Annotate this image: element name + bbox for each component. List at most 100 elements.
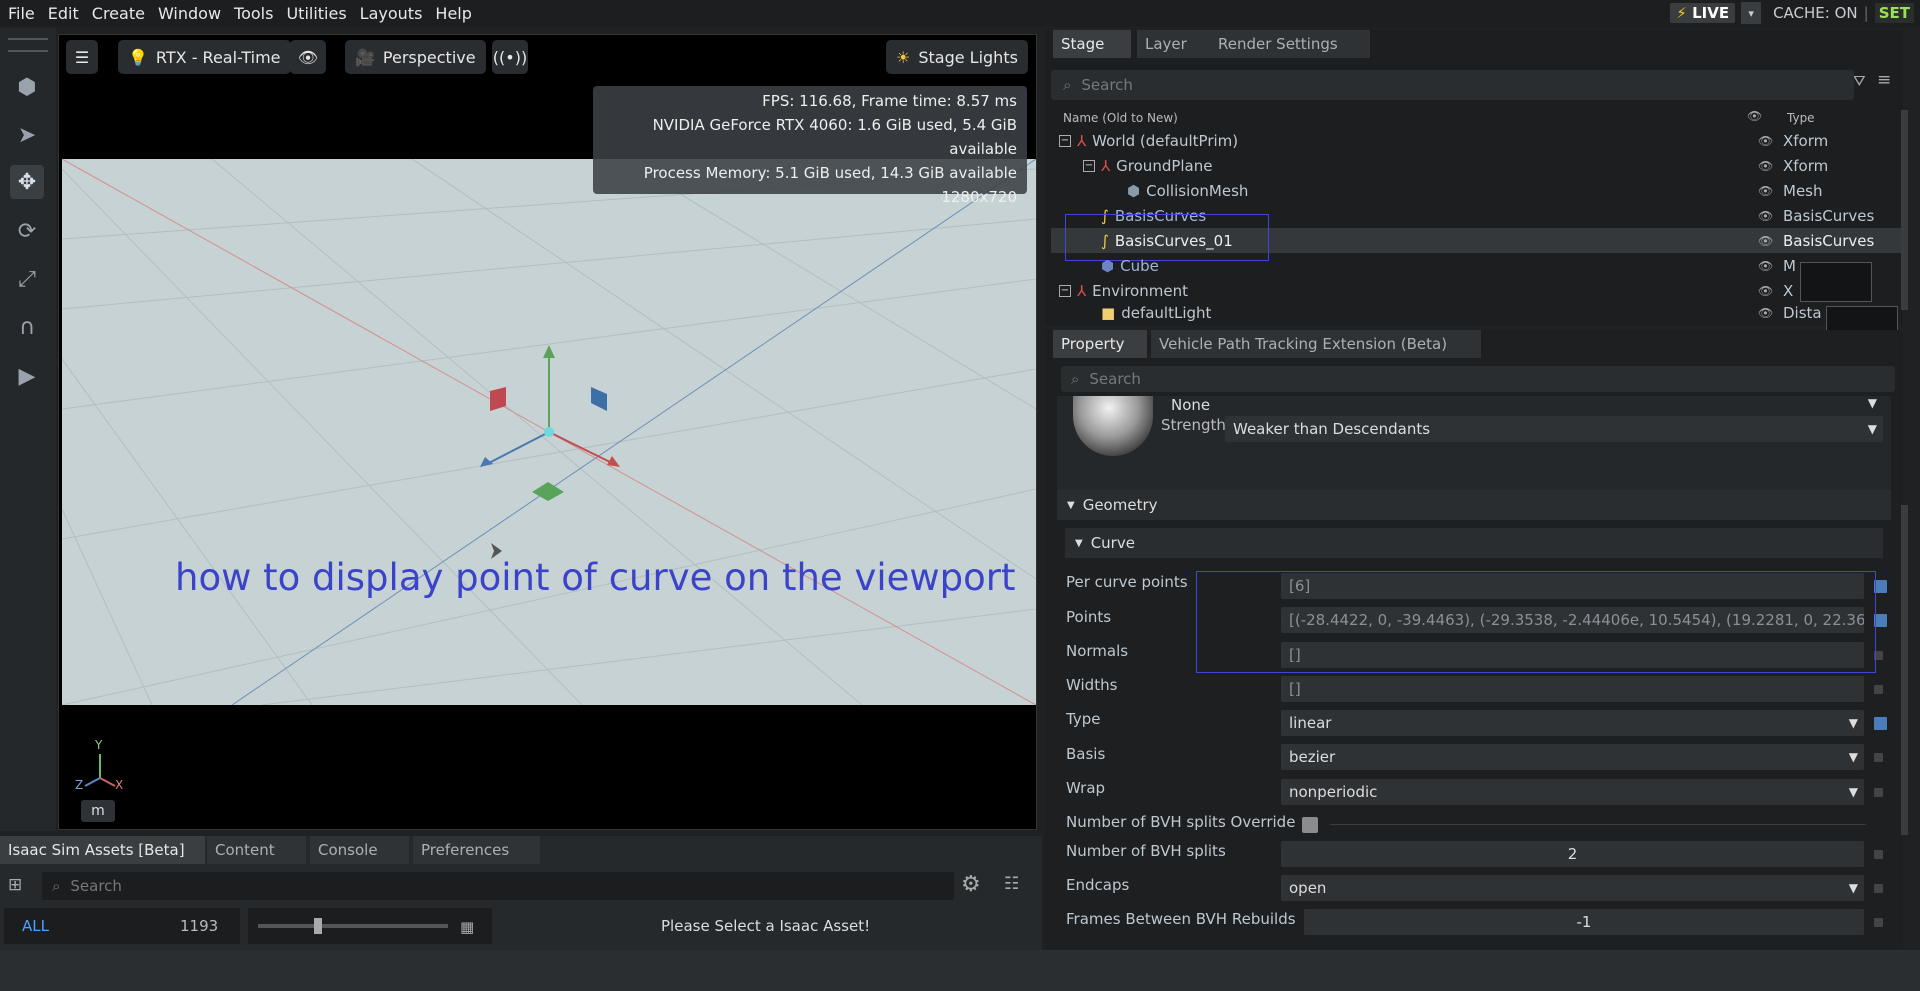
widths-field[interactable]: [] xyxy=(1281,676,1864,702)
eye-icon[interactable]: 👁 xyxy=(1758,306,1773,320)
chevron-down-icon: ▼ xyxy=(1867,422,1877,436)
thumbnail-slider[interactable] xyxy=(258,924,448,928)
camera-button[interactable]: 🎥 Perspective xyxy=(345,40,486,74)
eye-icon[interactable]: 👁 xyxy=(1758,134,1773,148)
viewport-settings-button[interactable]: ☰ xyxy=(66,40,98,74)
menu-help[interactable]: Help xyxy=(430,4,476,23)
snap-button[interactable]: ∩ xyxy=(10,310,44,344)
type-select[interactable]: linear ▼ xyxy=(1281,710,1864,736)
menu-utilities[interactable]: Utilities xyxy=(281,4,351,23)
tree-row-cube[interactable]: ⬢ Cube 👁 M xyxy=(1051,253,1901,278)
axis-z-label: Z xyxy=(75,778,84,792)
menu-tools[interactable]: Tools xyxy=(229,4,278,23)
tree-row-groundplane[interactable]: − ⅄ GroundPlane 👁 Xform xyxy=(1051,153,1901,178)
bvh-override-checkbox[interactable] xyxy=(1302,817,1318,833)
property-scrollbar[interactable] xyxy=(1901,505,1908,835)
collapse-icon[interactable]: − xyxy=(1059,134,1071,147)
tree-toggle-icon[interactable]: ⊞ xyxy=(8,875,22,895)
filter-row[interactable]: ALL 1193 xyxy=(4,908,240,944)
menu-edit[interactable]: Edit xyxy=(43,4,84,23)
live-dropdown-button[interactable]: ▾ xyxy=(1741,2,1762,24)
collapse-icon[interactable]: − xyxy=(1059,284,1071,297)
stage-scrollbar[interactable] xyxy=(1901,110,1908,310)
type-column-header[interactable]: Type xyxy=(1787,111,1815,125)
widths-label: Widths xyxy=(1066,676,1118,694)
material-select[interactable]: None ▼ xyxy=(1163,396,1883,416)
divider xyxy=(1330,824,1866,825)
tab-content[interactable]: Content xyxy=(207,836,306,864)
type-override-mark[interactable] xyxy=(1874,717,1887,730)
widths-mark[interactable] xyxy=(1874,685,1883,694)
tab-property[interactable]: Property xyxy=(1053,330,1147,358)
tab-render-settings[interactable]: Render Settings xyxy=(1210,30,1370,58)
performance-stats: FPS: 116.68, Frame time: 8.57 ms NVIDIA … xyxy=(593,86,1027,206)
property-search-input[interactable]: ⌕ Search xyxy=(1061,366,1895,392)
stage-lights-button[interactable]: ☀ Stage Lights xyxy=(886,40,1028,74)
gear-icon[interactable]: ⚙ xyxy=(961,872,981,897)
tree-row-environment[interactable]: − ⅄ Environment 👁 X xyxy=(1051,278,1901,303)
chevron-down-icon: ▼ xyxy=(1848,881,1858,895)
stage-search-input[interactable]: ⌕ Search xyxy=(1051,70,1854,100)
tab-isaac-assets[interactable]: Isaac Sim Assets [Beta] xyxy=(0,836,205,864)
fps-stat: FPS: 116.68, Frame time: 8.57 ms xyxy=(762,92,1017,110)
tab-preferences[interactable]: Preferences xyxy=(413,836,540,864)
wrap-select[interactable]: nonperiodic ▼ xyxy=(1281,779,1864,805)
menu-icon[interactable]: ≡ xyxy=(1877,70,1891,90)
thumbnail-size-control[interactable]: ▦ xyxy=(248,908,492,944)
search-icon: ⌕ xyxy=(52,877,61,895)
filter-icon[interactable]: ⛛ xyxy=(1853,72,1866,90)
move-button[interactable]: ✥ xyxy=(10,165,44,199)
eye-icon[interactable]: 👁 xyxy=(1758,159,1773,173)
material-preview-sphere xyxy=(1073,396,1153,456)
menu-create[interactable]: Create xyxy=(87,4,150,23)
slider-handle[interactable] xyxy=(314,918,322,934)
tree-row-collisionmesh[interactable]: ⬢ CollisionMesh 👁 Mesh xyxy=(1051,178,1901,203)
basis-mark[interactable] xyxy=(1874,753,1883,762)
filter-all[interactable]: ALL xyxy=(22,917,49,935)
curve-section-header[interactable]: ▼ Curve xyxy=(1065,528,1883,558)
eye-icon[interactable]: 👁 xyxy=(1758,259,1773,273)
bvh-rebuilds-mark[interactable] xyxy=(1874,918,1883,927)
bvh-splits-field[interactable]: 2 xyxy=(1281,841,1864,867)
select-mode-button[interactable]: ⬢ xyxy=(10,70,44,104)
tab-vehicle-path-tracking[interactable]: Vehicle Path Tracking Extension (Beta) xyxy=(1151,330,1481,358)
rotate-button[interactable]: ⟳ xyxy=(10,214,44,248)
endcaps-mark[interactable] xyxy=(1874,884,1883,893)
bvh-rebuilds-field[interactable]: -1 xyxy=(1304,909,1864,935)
eye-icon[interactable]: 👁 xyxy=(1758,234,1773,248)
select-button[interactable]: ➤ xyxy=(10,118,44,152)
tab-stage[interactable]: Stage xyxy=(1053,30,1131,58)
axis-gizmo: Y Z X xyxy=(75,738,135,800)
menu-file[interactable]: File xyxy=(3,4,40,23)
live-button[interactable]: ⚡ LIVE xyxy=(1670,3,1736,23)
name-column-header[interactable]: Name (Old to New) xyxy=(1063,111,1178,125)
eye-icon[interactable]: 👁 xyxy=(1758,209,1773,223)
asset-search-input[interactable]: ⌕ Search xyxy=(42,872,954,900)
collapse-icon[interactable]: − xyxy=(1083,159,1095,172)
bvh-splits-mark[interactable] xyxy=(1874,850,1883,859)
tree-row-defaultlight[interactable]: ■ defaultLight 👁 Dista xyxy=(1051,303,1901,322)
basis-select[interactable]: bezier ▼ xyxy=(1281,744,1864,770)
list-view-icon[interactable]: ☷ xyxy=(1004,874,1019,894)
wrap-mark[interactable] xyxy=(1874,788,1883,797)
eye-icon[interactable]: 👁 xyxy=(1758,284,1773,298)
audio-button[interactable]: ((•)) xyxy=(492,40,528,74)
menu-window[interactable]: Window xyxy=(153,4,226,23)
eye-icon[interactable]: 👁 xyxy=(1758,184,1773,198)
strength-select[interactable]: Weaker than Descendants ▼ xyxy=(1225,416,1883,442)
grid-view-icon[interactable]: ▦ xyxy=(460,918,474,936)
scale-button[interactable]: ⤢ xyxy=(10,262,44,296)
visibility-column-icon: 👁 xyxy=(1747,109,1763,123)
visibility-button[interactable]: 👁 xyxy=(290,40,326,74)
resolution-stat: 1280x720 xyxy=(941,188,1017,206)
tab-console[interactable]: Console xyxy=(310,836,409,864)
play-button[interactable]: ▶ xyxy=(10,359,44,393)
menu-layouts[interactable]: Layouts xyxy=(355,4,428,23)
viewport-scene[interactable] xyxy=(62,159,1036,705)
tree-row-world[interactable]: − ⅄ World (defaultPrim) 👁 Xform xyxy=(1051,128,1901,153)
set-badge[interactable]: SET xyxy=(1874,3,1914,23)
render-mode-button[interactable]: 💡 RTX - Real-Time xyxy=(118,40,291,74)
endcaps-select[interactable]: open ▼ xyxy=(1281,875,1864,901)
memory-stat: Process Memory: 5.1 GiB used, 14.3 GiB a… xyxy=(643,164,1017,182)
geometry-section-header[interactable]: ▼ Geometry xyxy=(1057,490,1891,520)
